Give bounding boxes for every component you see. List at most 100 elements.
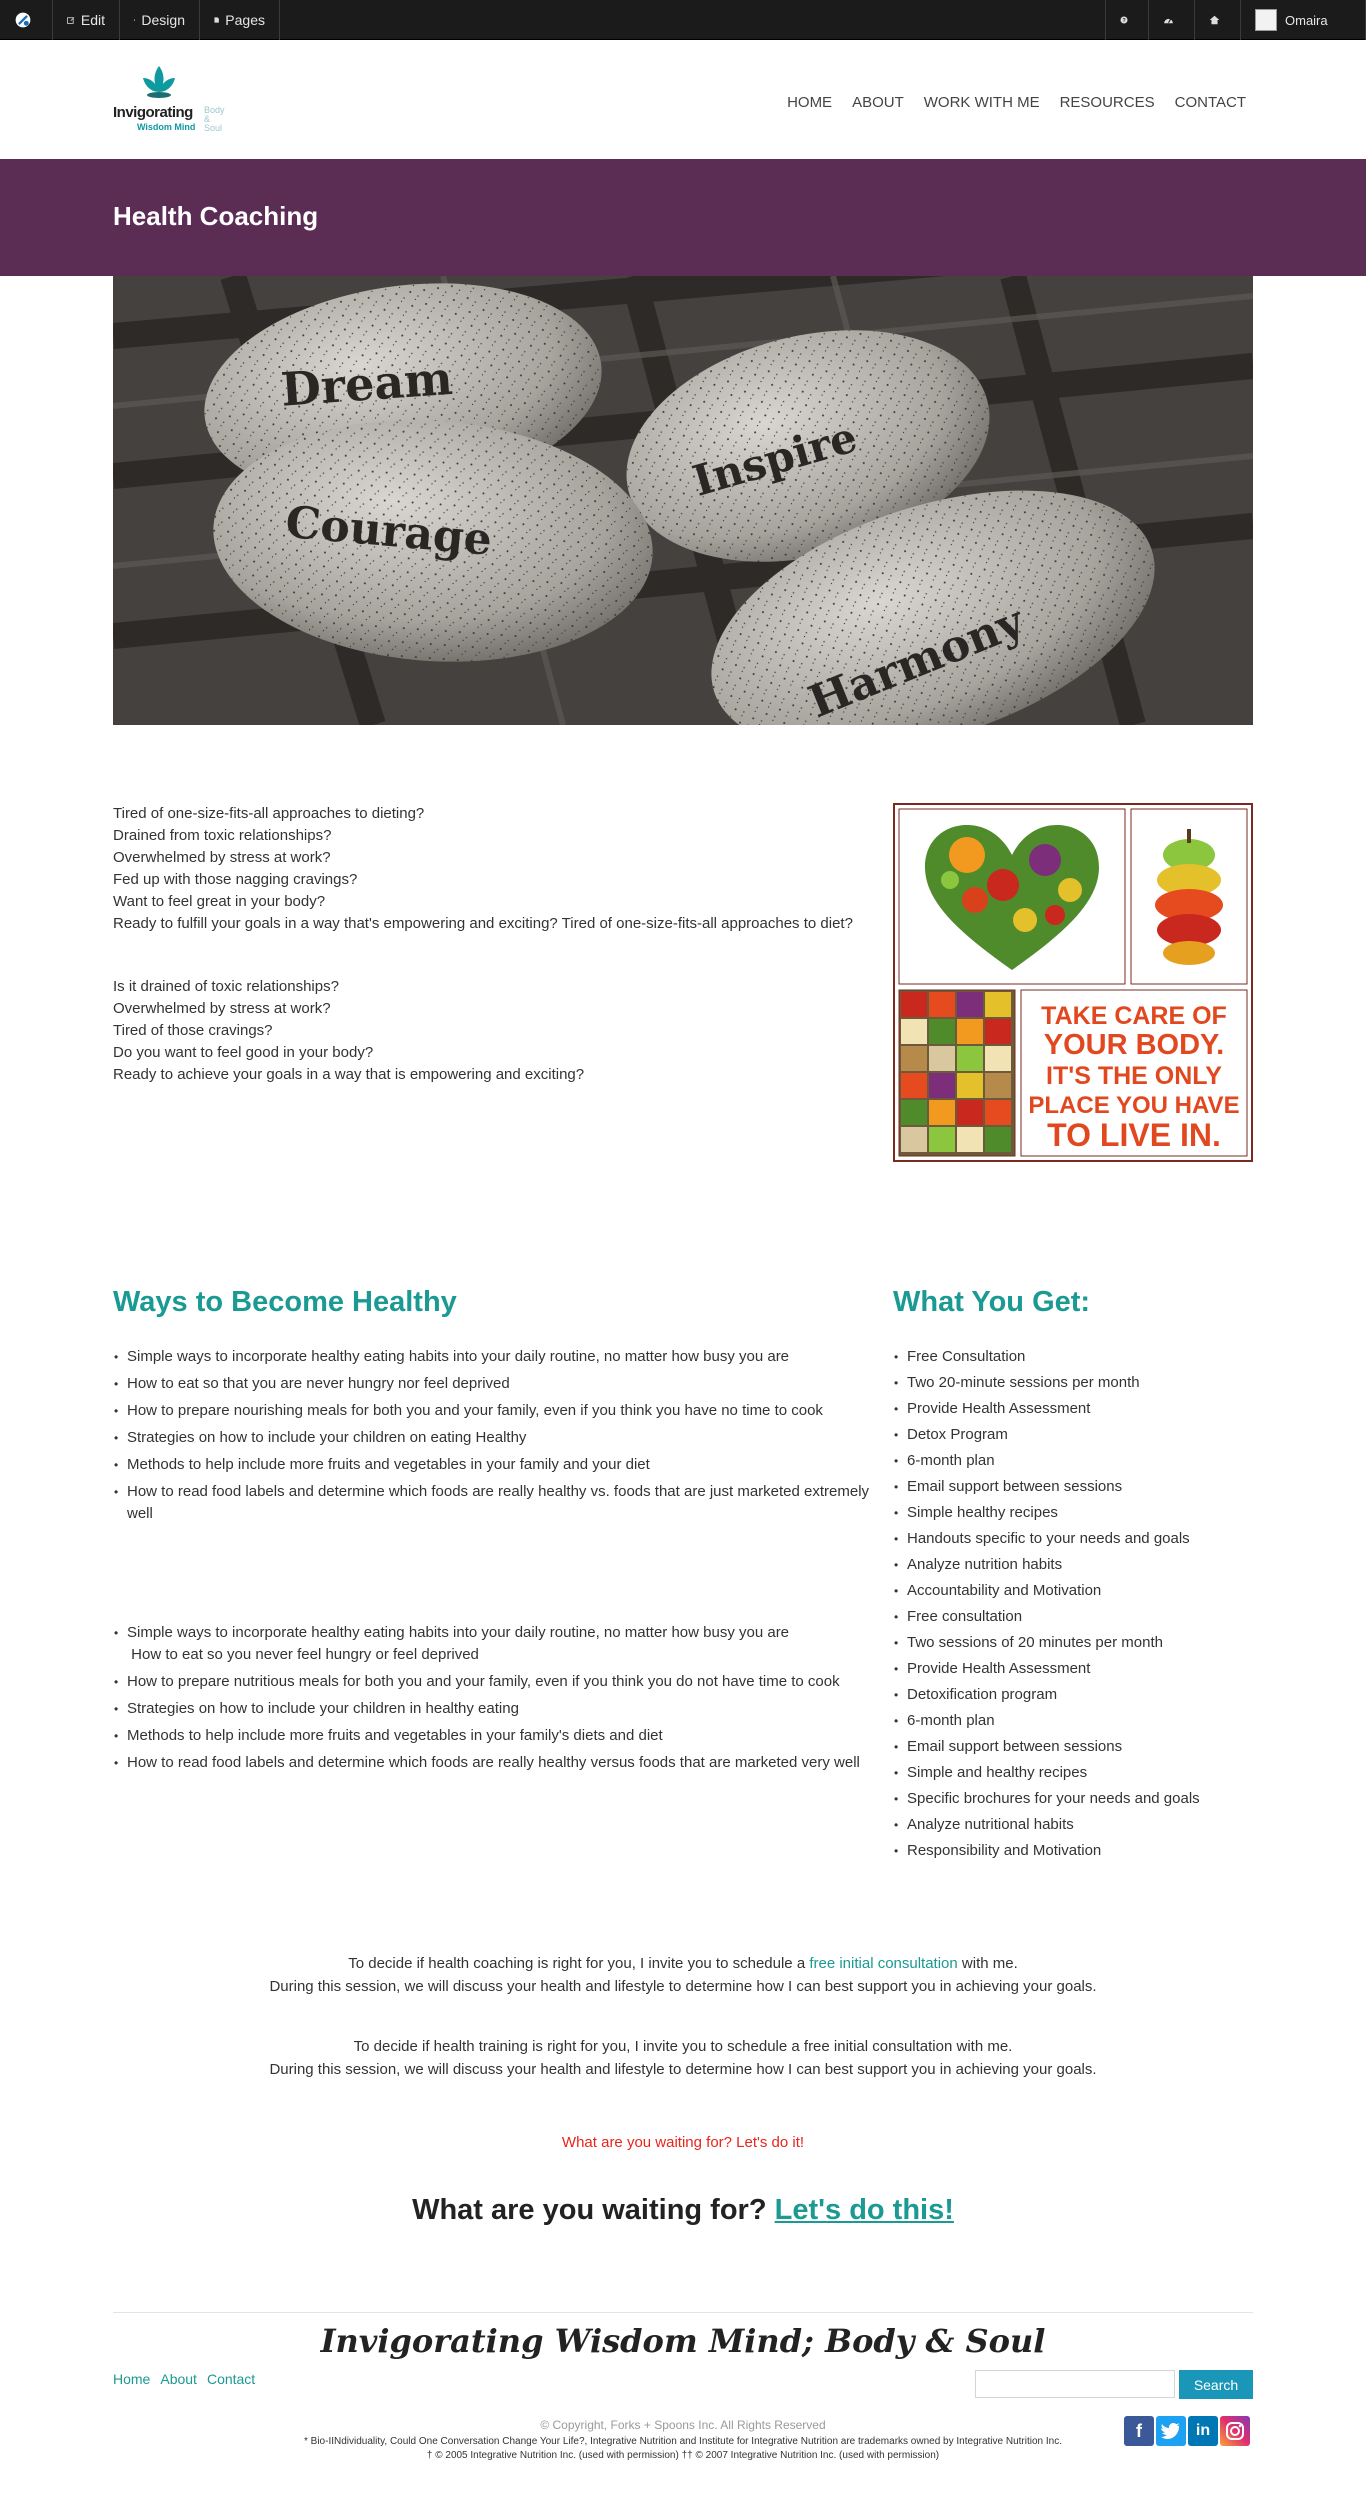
food-grid-cell [957,1127,983,1152]
cta-heading: What are you waiting for? Let's do this! [412,2194,954,2226]
food-grid-cell [985,992,1011,1017]
free-consultation-link[interactable]: free initial consultation [809,1955,957,1972]
pages-label: Pages [225,12,265,28]
home-icon [1209,15,1220,25]
food-grid-cell [957,1100,983,1125]
edit-icon [67,17,75,24]
food-grid-cell [929,1100,955,1125]
intro-line: Want to feel great in your body? [113,893,326,910]
search-button[interactable]: Search [1179,2370,1253,2399]
nav-about[interactable]: ABOUT [852,94,904,111]
list-item: Specific brochures for your needs and go… [894,1788,1253,1810]
list-item: Handouts specific to your needs and goal… [894,1528,1253,1550]
intro-line: Ready to achieve your goals in a way tha… [113,1066,585,1083]
ways-title: Ways to Become Healthy [113,1286,457,1318]
food-grid-cell [957,1019,983,1044]
cta-red-text: What are you waiting for? Let's do it! [561,2134,805,2151]
intro-text: Tired of one-size-fits-all approaches to… [113,803,873,1086]
list-item: 6-month plan [894,1710,1253,1732]
footer-link-about[interactable]: About [160,2371,197,2387]
social-icons: f in [1124,2416,1250,2446]
list-item: How to eat so that you are never hungry … [114,1373,873,1395]
footer-link-contact[interactable]: Contact [207,2371,255,2387]
list-item: Methods to help include more fruits and … [114,1454,873,1476]
list-item: Simple healthy recipes [894,1502,1253,1524]
footer-divider [113,2312,1253,2313]
site-builder-logo-icon[interactable] [0,0,53,40]
linkedin-icon[interactable]: in [1188,2416,1218,2446]
footer-link-home[interactable]: Home [113,2371,150,2387]
logo-side-text: Body & Soul [204,105,225,133]
list-item: Provide Health Assessment [894,1658,1253,1680]
intro-line: Ready to fulfill your goals in a way tha… [113,915,853,932]
twitter-icon[interactable] [1156,2416,1186,2446]
nav-home[interactable]: HOME [787,94,832,111]
list-item: Detox Program [894,1424,1253,1446]
pages-button[interactable]: Pages [200,0,280,40]
edit-button[interactable]: Edit [53,0,120,40]
nav-work-with-me[interactable]: WORK WITH ME [924,94,1040,111]
list-item: How to prepare nutritious meals for both… [114,1671,873,1693]
list-item: How to read food labels and determine wh… [114,1752,873,1774]
food-grid-cell [901,1100,927,1125]
trademark-text: * Bio-IINdividuality, Could One Conversa… [304,2436,1062,2461]
list-item: Strategies on how to include your childr… [114,1698,873,1720]
food-grid-cell [901,1127,927,1152]
logo-sub-text: Wisdom Mind [137,122,196,132]
help-icon: ? [1120,16,1128,24]
user-menu[interactable]: Omaira [1241,0,1366,40]
poster-line-2: YOUR BODY. [1044,1029,1224,1061]
intro-line: Fed up with those nagging cravings? [113,871,358,888]
cta-paragraph-1: To decide if health coaching is right fo… [269,1955,1097,1995]
search-input[interactable] [975,2370,1175,2398]
nav-resources[interactable]: RESOURCES [1060,94,1155,111]
intro-line: Drained from toxic relationships? [113,827,332,844]
food-grid-cell [929,1127,955,1152]
food-grid-cell [985,1073,1011,1098]
facebook-icon[interactable]: f [1124,2416,1154,2446]
list-item: Responsibility and Motivation [894,1840,1253,1862]
design-button[interactable]: Design [120,0,200,40]
dashboard-button[interactable] [1149,0,1195,40]
design-label: Design [141,12,185,28]
user-name: Omaira [1285,12,1328,28]
list-item: Methods to help include more fruits and … [114,1725,873,1747]
food-grid-cell [957,1046,983,1071]
list-item: Simple ways to incorporate healthy eatin… [114,1346,873,1368]
home-button[interactable] [1195,0,1241,40]
list-item: Simple and healthy recipes [894,1762,1253,1784]
poster-line-5: TO LIVE IN. [1047,1117,1221,1153]
dashboard-gauge-icon [1164,18,1173,24]
copyright-text: © Copyright, Forks + Spoons Inc. All Rig… [540,2418,826,2432]
list-item: Two sessions of 20 minutes per month [894,1632,1253,1654]
food-grid-cell [901,1073,927,1098]
intro-line: Overwhelmed by stress at work? [113,1000,331,1017]
page-banner: Health Coaching [0,159,1366,276]
food-grid-cell [985,1046,1011,1071]
lets-do-this-link[interactable]: Let's do this! [775,2194,954,2226]
food-grid-cell [957,992,983,1017]
nav-contact[interactable]: CONTACT [1175,94,1246,111]
poster-line-3: IT'S THE ONLY [1046,1062,1222,1090]
list-item: 6-month plan [894,1450,1253,1472]
list-item: Accountability and Motivation [894,1580,1253,1602]
healthy-food-poster: TAKE CARE OF YOUR BODY. IT'S THE ONLY PL… [893,803,1253,1162]
cta-paragraph-2: To decide if health training is right fo… [269,2038,1097,2078]
list-item: How to prepare nourishing meals for both… [114,1400,873,1422]
list-item: Free Consultation [894,1346,1253,1368]
list-item: Two 20-minute sessions per month [894,1372,1253,1394]
what-you-get-title: What You Get: [893,1286,1091,1318]
list-item: Email support between sessions [894,1736,1253,1758]
list-item: Free consultation [894,1606,1253,1628]
list-item: How to read food labels and determine wh… [114,1481,873,1525]
help-button[interactable]: ? [1105,0,1149,40]
food-grid-cell [985,1127,1011,1152]
site-logo[interactable]: Invigorating Wisdom Mind Body & Soul [113,62,243,134]
instagram-icon[interactable] [1220,2416,1250,2446]
admin-bar: Edit Design Pages ? Omaira [0,0,1366,40]
food-grid-cell [901,1019,927,1044]
poster-line-1: TAKE CARE OF [1041,1002,1227,1030]
lotus-logo-icon [143,66,175,98]
food-grid-cell [929,1019,955,1044]
avatar [1255,9,1277,31]
